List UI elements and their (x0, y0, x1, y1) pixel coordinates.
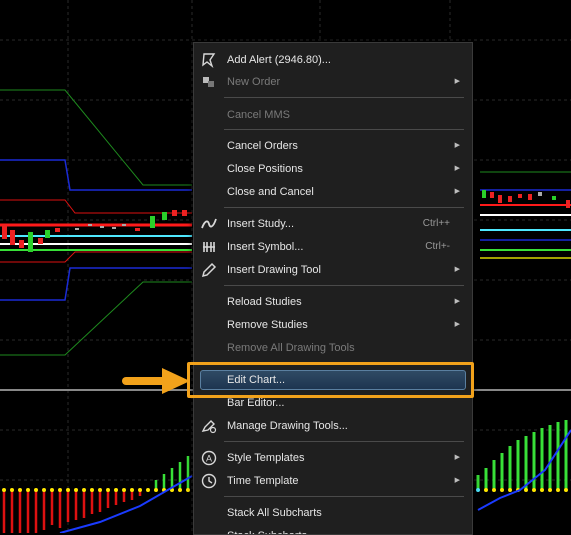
study-icon (201, 218, 217, 229)
menu-item-insert-study[interactable]: Insert Study... Ctrl++ (194, 213, 472, 235)
menu-separator (224, 496, 464, 497)
menu-separator (224, 129, 464, 130)
menu-item-label: Reload Studies (227, 296, 302, 308)
menu-item-insert-symbol[interactable]: Insert Symbol... Ctrl+- (194, 236, 472, 258)
submenu-arrow-icon: ▶ (454, 477, 460, 484)
menu-item-label: Close and Cancel (227, 186, 314, 198)
menu-item-reload-studies[interactable]: Reload Studies ▶ (194, 291, 472, 313)
menu-item-label: New Order (227, 76, 281, 88)
submenu-arrow-icon: ▶ (454, 165, 460, 172)
menu-item-label: Insert Study... (227, 218, 295, 230)
menu-item-new-order[interactable]: New Order ▶ (194, 71, 472, 93)
order-icon (203, 77, 214, 87)
submenu-arrow-icon: ▶ (454, 454, 460, 461)
menu-item-label: Cancel MMS (227, 109, 290, 121)
menu-item-time-template[interactable]: Time Template ▶ (194, 470, 472, 492)
menu-item-cancel-mms[interactable]: Cancel MMS (194, 104, 472, 126)
pencil-icon (201, 262, 217, 278)
menu-item-label: Add Alert (2946.80)... (227, 54, 331, 66)
submenu-arrow-icon: ▶ (454, 78, 460, 85)
submenu-arrow-icon: ▶ (454, 188, 460, 195)
menu-item-close-and-cancel[interactable]: Close and Cancel ▶ (194, 181, 472, 203)
pointer-arrow-icon (122, 368, 190, 394)
alert-bell-icon (202, 53, 216, 68)
shortcut-label: Ctrl+- (425, 241, 450, 252)
style-icon: A (201, 450, 217, 466)
submenu-arrow-icon: ▶ (454, 298, 460, 305)
menu-separator (224, 207, 464, 208)
menu-separator (224, 441, 464, 442)
menu-item-close-positions[interactable]: Close Positions ▶ (194, 158, 472, 180)
chart-context-menu: Add Alert (2946.80)... New Order ▶ Cance… (193, 42, 473, 535)
menu-item-stack-subcharts[interactable]: Stack Subcharts (194, 525, 472, 534)
menu-item-label: Cancel Orders (227, 140, 298, 152)
menu-item-label: Remove Studies (227, 319, 308, 331)
menu-separator (224, 97, 464, 98)
menu-item-cancel-orders[interactable]: Cancel Orders ▶ (194, 135, 472, 157)
menu-item-label: Stack All Subcharts (227, 507, 322, 519)
menu-item-add-alert[interactable]: Add Alert (2946.80)... (194, 49, 472, 71)
menu-item-remove-all-drawing-tools[interactable]: Remove All Drawing Tools (194, 337, 472, 359)
submenu-arrow-icon: ▶ (454, 266, 460, 273)
menu-item-label: Style Templates (227, 452, 305, 464)
menu-item-label: Close Positions (227, 163, 303, 175)
symbol-icon (203, 242, 215, 252)
shortcut-label: Ctrl++ (422, 218, 450, 229)
menu-separator (224, 285, 464, 286)
menu-item-remove-studies[interactable]: Remove Studies ▶ (194, 314, 472, 336)
menu-item-insert-drawing-tool[interactable]: Insert Drawing Tool ▶ (194, 259, 472, 281)
menu-item-label: Remove All Drawing Tools (227, 342, 355, 354)
submenu-arrow-icon: ▶ (454, 321, 460, 328)
svg-text:A: A (206, 454, 212, 464)
menu-item-style-templates[interactable]: A Style Templates ▶ (194, 447, 472, 469)
menu-item-label: Insert Symbol... (227, 241, 304, 253)
highlight-callout-box (187, 362, 474, 398)
menu-item-label: Manage Drawing Tools... (227, 420, 348, 432)
menu-item-label: Insert Drawing Tool (227, 264, 321, 276)
menu-item-label: Time Template (227, 475, 299, 487)
drawing-tools-icon (201, 420, 217, 434)
submenu-arrow-icon: ▶ (454, 142, 460, 149)
clock-icon (201, 473, 217, 489)
menu-item-manage-drawing-tools[interactable]: Manage Drawing Tools... (194, 415, 472, 437)
menu-item-stack-all-subcharts[interactable]: Stack All Subcharts (194, 502, 472, 524)
menu-item-label: Stack Subcharts (227, 525, 307, 534)
